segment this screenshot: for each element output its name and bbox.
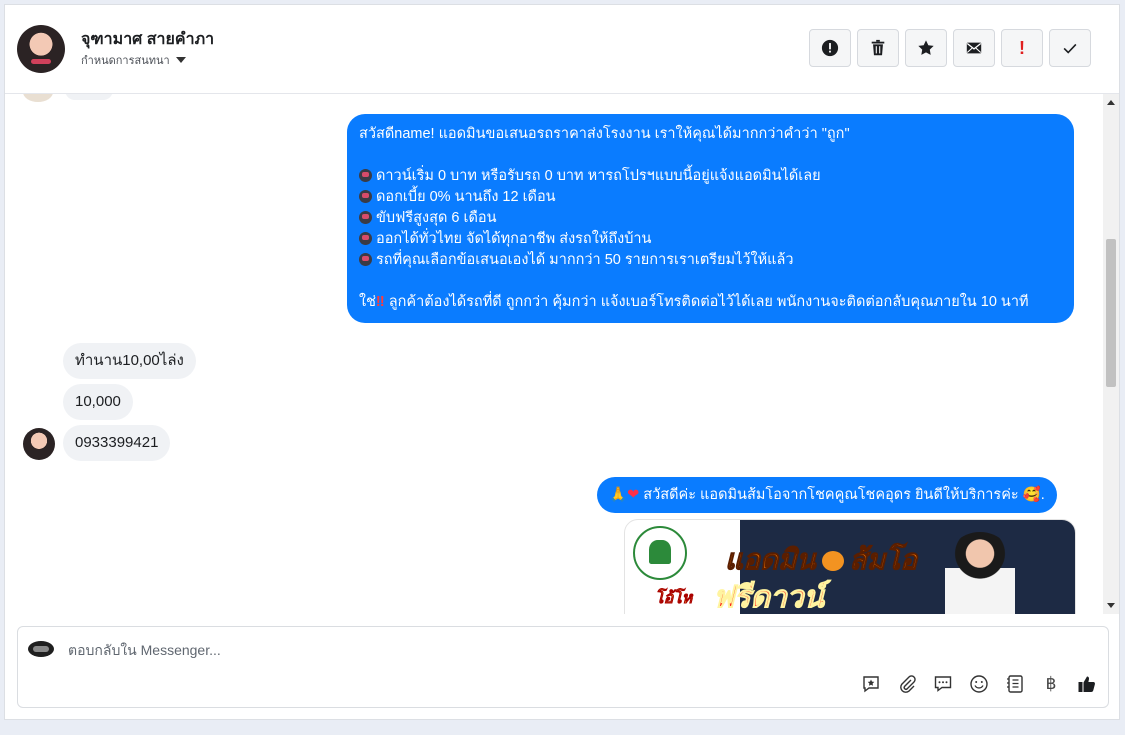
- notes-icon: [1007, 675, 1023, 693]
- page-avatar: [28, 641, 54, 657]
- emoji-button[interactable]: [968, 673, 990, 695]
- caret-down-icon: [175, 57, 186, 63]
- assign-label: กำหนดการสนทนา: [81, 55, 170, 67]
- trash-icon: [871, 39, 885, 56]
- like-button[interactable]: [1076, 673, 1098, 695]
- exclamation-circle-icon: [821, 39, 839, 57]
- message-bullet: รถที่คุณเลือกข้อเสนอเองได้ มากกว่า 50 รา…: [359, 250, 1062, 271]
- chat-bubble-icon: [934, 676, 952, 692]
- contact-avatar[interactable]: [17, 25, 65, 73]
- incoming-message[interactable]: ทำนาน10,00ไล่ง: [63, 343, 196, 379]
- attachment-icon: [900, 675, 916, 693]
- promo-person-photo: [945, 532, 1015, 614]
- scroll-down-arrow-icon[interactable]: [1107, 603, 1115, 608]
- promo-offer: ฟรีดาวน์: [712, 581, 825, 615]
- outgoing-message[interactable]: สวัสดีname! แอดมินขอเสนอรถราคาส่งโรงงาน …: [347, 114, 1074, 323]
- payment-button[interactable]: ฿: [1040, 673, 1062, 695]
- saved-reply-button[interactable]: [860, 673, 882, 695]
- car-emoji-icon: [359, 190, 372, 203]
- check-icon: [1063, 43, 1077, 54]
- emoji-icon: [970, 675, 988, 693]
- reply-input[interactable]: [66, 637, 770, 663]
- saved-reply-icon: [863, 676, 879, 693]
- mark-spam-button[interactable]: [809, 29, 851, 67]
- promo-badge: โอ้โห: [655, 590, 693, 608]
- incoming-bubble-partial: [65, 94, 113, 100]
- pray-emoji-icon: 🙏: [609, 487, 628, 503]
- priority-button[interactable]: !: [1001, 29, 1043, 67]
- orange-icon: [821, 551, 844, 571]
- star-icon: [918, 40, 934, 55]
- exclamation-icon: !: [1019, 37, 1025, 58]
- message-bullet: ออกได้ทั่วไทย จัดได้ทุกอาชีพ ส่งรถให้ถึง…: [359, 229, 1062, 250]
- smiling-hearts-emoji-icon: 🥰.: [1022, 487, 1045, 503]
- contact-avatar-partial: [23, 94, 53, 102]
- dealer-logo: [633, 526, 687, 580]
- conversation-window: จุฑามาศ สายคำภา กำหนดการสนทนา ! สวัสดีna…: [4, 4, 1120, 720]
- message-closing: ใช่‼ ลูกค้าต้องได้รถที่ดี ถูกกว่า คุ้มกว…: [359, 294, 1029, 310]
- message-thread: สวัสดีname! แอดมินขอเสนอรถราคาส่งโรงงาน …: [5, 94, 1103, 614]
- scroll-up-arrow-icon[interactable]: [1107, 100, 1115, 105]
- envelope-icon: [966, 42, 982, 54]
- message-bullet: ดอกเบี้ย 0% นานถึง 12 เดือน: [359, 187, 1062, 208]
- notes-button[interactable]: [1004, 673, 1026, 695]
- reply-composer: ฿: [17, 626, 1109, 708]
- quick-replies-button[interactable]: [932, 673, 954, 695]
- outgoing-message[interactable]: 🙏❤ สวัสดีค่ะ แอดมินส้มโอจากโชคคูณโชคอุดร…: [597, 477, 1057, 513]
- message-bullet: ขับฟรีสูงสุด 6 เดือน: [359, 208, 1062, 229]
- attach-button[interactable]: [896, 673, 918, 695]
- thread-scrollbar[interactable]: [1103, 94, 1119, 614]
- car-emoji-icon: [359, 253, 372, 266]
- car-emoji-icon: [359, 211, 372, 224]
- conversation-header: จุฑามาศ สายคำภา กำหนดการสนทนา !: [5, 5, 1119, 94]
- mark-done-button[interactable]: [1049, 29, 1091, 67]
- heart-icon: ❤: [627, 487, 640, 503]
- baht-icon: ฿: [1045, 674, 1057, 694]
- car-emoji-icon: [359, 232, 372, 245]
- header-actions: !: [809, 29, 1091, 67]
- scroll-thumb[interactable]: [1106, 239, 1116, 387]
- promo-image[interactable]: แอดมิน ส้มโอ โอ้โห ฟรีดาวน์: [624, 519, 1076, 614]
- star-button[interactable]: [905, 29, 947, 67]
- contact-name[interactable]: จุฑามาศ สายคำภา: [81, 27, 214, 52]
- composer-tools: ฿: [860, 673, 1098, 695]
- double-exclamation-icon: ‼: [375, 294, 385, 310]
- message-bullet: ดาวน์เริ่ม 0 บาท หรือรับรถ 0 บาท หารถโปร…: [359, 166, 1062, 187]
- message-greeting: สวัสดีname! แอดมินขอเสนอรถราคาส่งโรงงาน …: [359, 126, 850, 142]
- contact-avatar-small[interactable]: [23, 428, 55, 460]
- car-emoji-icon: [359, 169, 372, 182]
- delete-button[interactable]: [857, 29, 899, 67]
- mark-unread-button[interactable]: [953, 29, 995, 67]
- incoming-message[interactable]: 10,000: [63, 384, 133, 420]
- thumbs-up-icon: [1078, 676, 1095, 692]
- incoming-message[interactable]: 0933399421: [63, 425, 171, 461]
- assign-conversation-dropdown[interactable]: กำหนดการสนทนา: [81, 51, 186, 69]
